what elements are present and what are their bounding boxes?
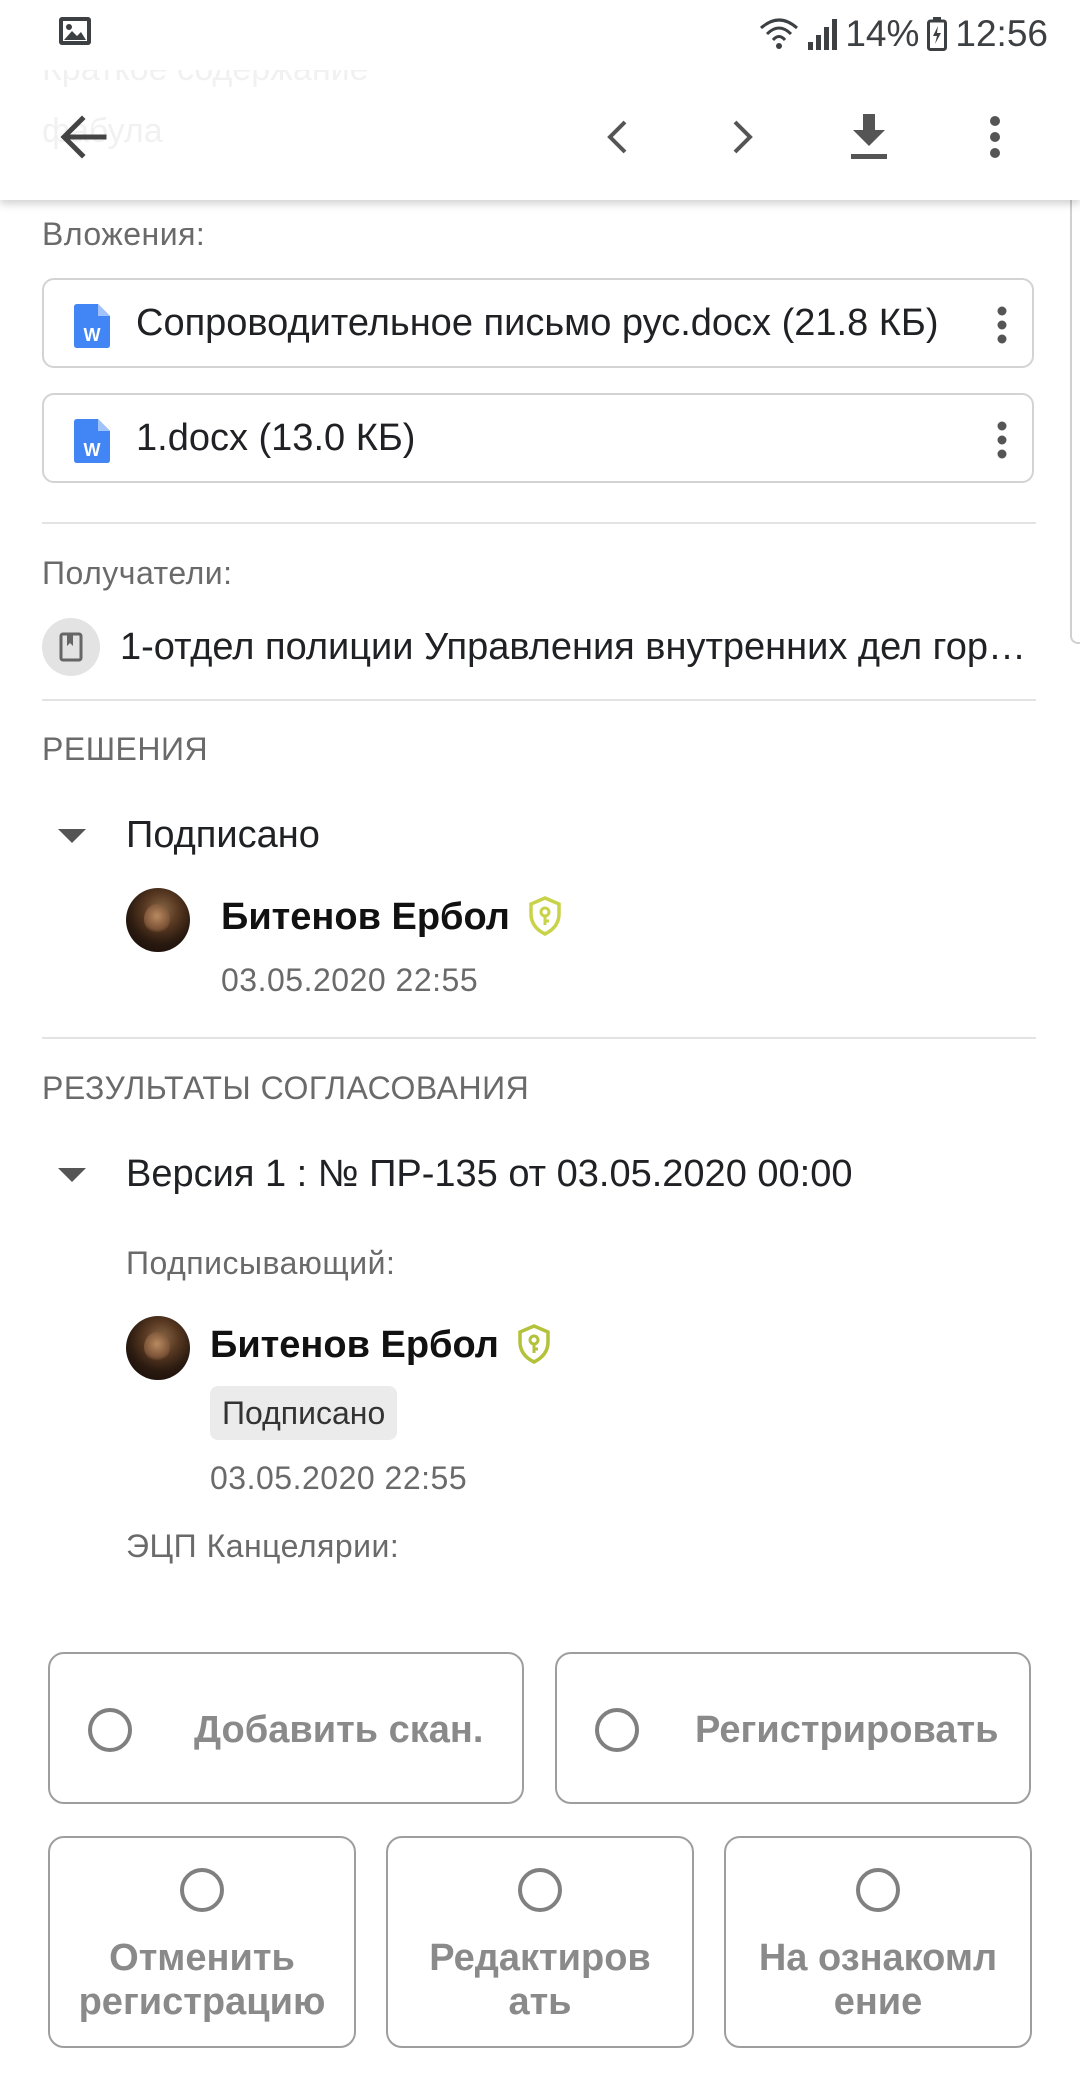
add-scan-button[interactable]: Добавить скан. bbox=[48, 1652, 524, 1804]
cancel-registration-button[interactable]: Отменить регистрацию bbox=[48, 1836, 356, 2048]
send-for-review-button[interactable]: На ознакомл ение bbox=[724, 1836, 1032, 2048]
collapse-version-button[interactable] bbox=[58, 1168, 86, 1189]
register-label: Регистрировать bbox=[695, 1709, 999, 1751]
previous-document-button[interactable] bbox=[577, 97, 657, 177]
divider bbox=[42, 522, 1036, 524]
send-for-review-label-line2: ение bbox=[833, 1981, 923, 2023]
radio-circle-icon bbox=[88, 1708, 132, 1752]
edit-button[interactable]: Редактиров ать bbox=[386, 1836, 694, 2048]
clock: 12:56 bbox=[955, 13, 1048, 54]
attachment-name: 1.docx (13.0 КБ) bbox=[136, 417, 416, 459]
signer-name[interactable]: Битенов Ербол bbox=[221, 896, 510, 939]
radio-circle-icon bbox=[856, 1868, 900, 1912]
more-options-button[interactable] bbox=[955, 97, 1035, 177]
svg-text:W: W bbox=[84, 440, 101, 460]
svg-text:W: W bbox=[84, 325, 101, 345]
back-button[interactable] bbox=[44, 97, 124, 177]
radio-circle-icon bbox=[595, 1708, 639, 1752]
decisions-label: РЕШЕНИЯ bbox=[42, 731, 209, 767]
decision-group-title: Подписано bbox=[126, 814, 320, 856]
attachment-name: Сопроводительное письмо рус.docx (21.8 К… bbox=[136, 302, 939, 344]
signer-role-label: Подписывающий: bbox=[126, 1245, 396, 1281]
caret-down-icon bbox=[58, 1168, 86, 1182]
signer-name[interactable]: Битенов Ербол bbox=[210, 1324, 499, 1367]
version-title: Версия 1 : № ПР-135 от 03.05.2020 00:00 bbox=[126, 1153, 853, 1195]
office-signature-label: ЭЦП Канцелярии: bbox=[126, 1528, 400, 1564]
attachment-more-button[interactable] bbox=[996, 305, 1008, 350]
collapse-signed-button[interactable] bbox=[58, 829, 86, 850]
recipient-avatar bbox=[42, 618, 100, 676]
recipients-label: Получатели: bbox=[42, 555, 233, 591]
gallery-notification-icon bbox=[58, 16, 92, 51]
top-app-bar: Краткое содержание фабула bbox=[0, 50, 1080, 200]
radio-circle-icon bbox=[518, 1868, 562, 1912]
send-for-review-label-line1: На ознакомл bbox=[758, 1937, 998, 1979]
status-badge: Подписано bbox=[210, 1386, 398, 1440]
more-vert-icon bbox=[997, 421, 1007, 459]
avatar bbox=[126, 1316, 190, 1380]
status-bar: 14% 12:56 bbox=[0, 0, 1080, 70]
attachment-item[interactable]: W 1.docx (13.0 КБ) bbox=[42, 393, 1034, 483]
add-scan-label: Добавить скан. bbox=[194, 1709, 484, 1751]
word-document-icon: W bbox=[74, 304, 110, 353]
word-document-icon: W bbox=[74, 419, 110, 468]
scrollbar[interactable] bbox=[1070, 190, 1080, 644]
digital-signature-shield-icon[interactable] bbox=[528, 896, 562, 941]
battery-icon bbox=[927, 17, 948, 51]
divider bbox=[42, 1037, 1036, 1039]
attachment-more-button[interactable] bbox=[996, 420, 1008, 465]
wifi-icon bbox=[759, 16, 799, 52]
approval-results-label: РЕЗУЛЬТАТЫ СОГЛАСОВАНИЯ bbox=[42, 1070, 530, 1106]
organization-icon bbox=[59, 632, 83, 662]
more-vert-icon bbox=[990, 116, 1000, 158]
avatar bbox=[126, 888, 190, 952]
divider bbox=[42, 699, 1036, 701]
attachment-item[interactable]: W Сопроводительное письмо рус.docx (21.8… bbox=[42, 278, 1034, 368]
cancel-registration-label-line1: Отменить bbox=[109, 1937, 295, 1979]
download-icon bbox=[851, 114, 887, 159]
cancel-registration-label-line2: регистрацию bbox=[78, 1981, 326, 2023]
digital-signature-shield-icon[interactable] bbox=[517, 1324, 551, 1369]
signed-date: 03.05.2020 22:55 bbox=[210, 1460, 468, 1496]
download-button[interactable] bbox=[829, 97, 909, 177]
chevron-left-icon bbox=[607, 120, 627, 154]
recipient-name[interactable]: 1-отдел полиции Управления внутренних де… bbox=[120, 626, 1030, 669]
chevron-right-icon bbox=[733, 120, 753, 154]
arrow-back-icon bbox=[60, 115, 107, 159]
next-document-button[interactable] bbox=[703, 97, 783, 177]
edit-label-line1: Редактиров bbox=[429, 1937, 651, 1979]
caret-down-icon bbox=[58, 829, 86, 843]
signal-icon bbox=[807, 18, 838, 50]
battery-percent: 14% bbox=[845, 13, 920, 54]
radio-circle-icon bbox=[180, 1868, 224, 1912]
more-vert-icon bbox=[997, 306, 1007, 344]
register-button[interactable]: Регистрировать bbox=[555, 1652, 1031, 1804]
attachments-label: Вложения: bbox=[42, 216, 206, 252]
edit-label-line2: ать bbox=[508, 1981, 572, 2023]
signed-date: 03.05.2020 22:55 bbox=[221, 962, 479, 998]
